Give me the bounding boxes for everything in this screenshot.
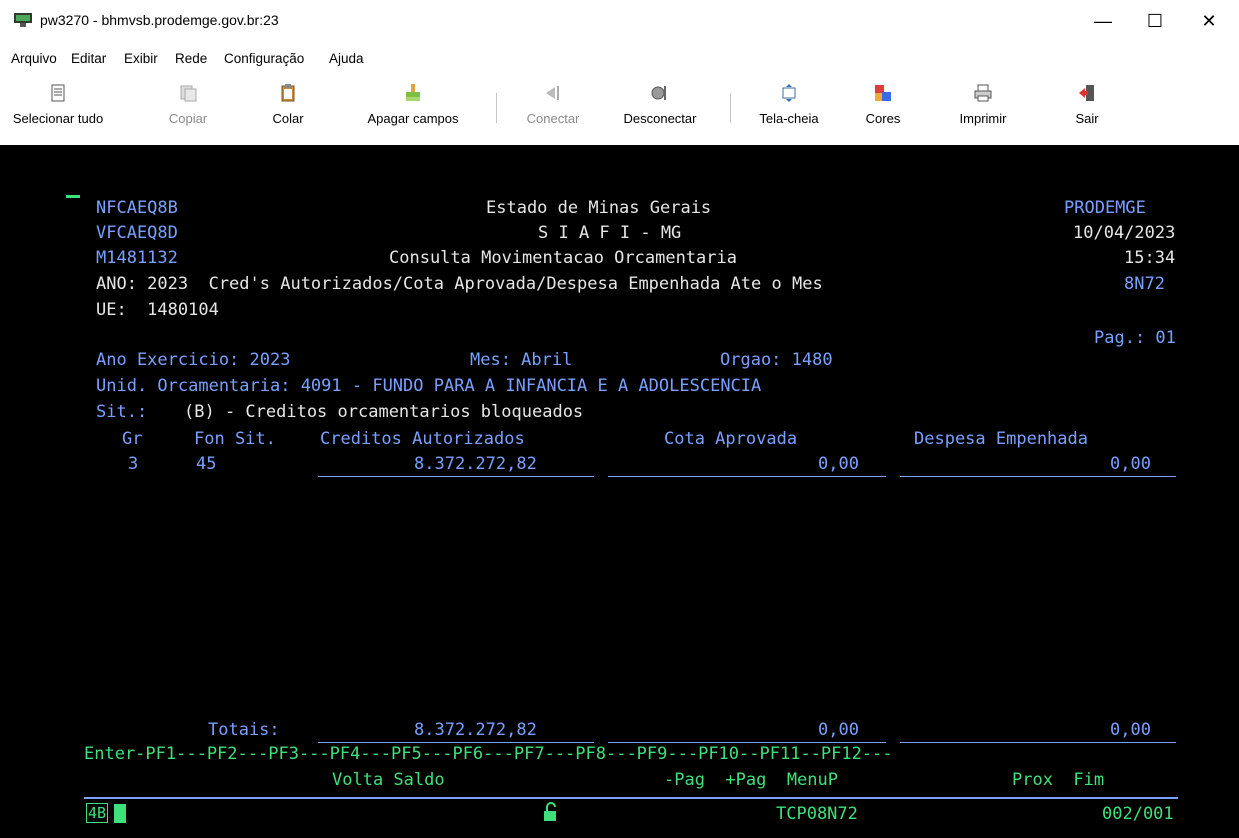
menu-editar[interactable]: Editar (71, 51, 106, 66)
colors-button[interactable]: Cores (858, 83, 908, 139)
copy-icon (180, 85, 197, 102)
program-code-2: VFCAEQ8D (96, 223, 178, 243)
select-all-button[interactable]: Selecionar tudo (8, 83, 108, 139)
totais-despesa: 0,00 (1110, 720, 1151, 740)
header-title-3: Consulta Movimentacao Orcamentaria (389, 248, 737, 268)
row-fon: 45 (196, 454, 217, 474)
totais-despesa-underline (900, 742, 1176, 743)
pf-key-line: Enter-PF1---PF2---PF3---PF4---PF5---PF6-… (84, 744, 893, 764)
maximize-button[interactable]: ☐ (1132, 4, 1178, 38)
paste-button[interactable]: Colar (258, 83, 318, 139)
cursor-position: 002/001 (1102, 804, 1174, 824)
totais-cota: 0,00 (818, 720, 859, 740)
disconnect-icon (651, 86, 666, 100)
prodemge-label: PRODEMGE (1064, 198, 1146, 218)
erase-fields-button[interactable]: Apagar campos (348, 83, 478, 139)
print-label: Imprimir (959, 111, 1007, 126)
print-button[interactable]: Imprimir (945, 83, 1021, 139)
toolbar-separator (730, 93, 731, 123)
col-header-fon-sit: Fon Sit. (194, 429, 276, 449)
col-header-cota: Cota Aprovada (664, 429, 798, 449)
fullscreen-label: Tela-cheia (759, 111, 819, 126)
cursor-marker (66, 195, 80, 198)
page-number: Pag.: 01 (1094, 328, 1176, 348)
printer-icon (974, 84, 992, 102)
title-bar: pw3270 - bhmvsb.prodemge.gov.br:23 — ☐ ✕ (0, 0, 1239, 44)
pf-labels-paging: -Pag +Pag MenuP (664, 770, 838, 790)
exit-button[interactable]: Sair (1062, 83, 1112, 139)
copy-label: Copiar (168, 111, 208, 126)
lock-icon (544, 802, 556, 821)
exit-icon (1079, 85, 1094, 101)
screen-code: 8N72 (1124, 274, 1165, 294)
eraser-icon (406, 84, 420, 101)
program-code-1: NFCAEQ8B (96, 198, 178, 218)
fullscreen-icon (782, 84, 796, 102)
menu-configuracao[interactable]: Configuração (224, 51, 304, 66)
toolbar-separator (496, 93, 497, 123)
exit-label: Sair (1075, 111, 1099, 126)
cota-underline (608, 476, 886, 477)
connect-button[interactable]: Conectar (513, 83, 593, 139)
connect-label: Conectar (526, 111, 580, 126)
terminal-id: TCP08N72 (776, 804, 858, 824)
header-title-2: S I A F I - MG (538, 223, 682, 243)
orgao-field: Orgao: 1480 (720, 350, 833, 370)
row-gr: 3 (128, 454, 139, 474)
row-cota: 0,00 (818, 454, 859, 474)
situacao-value: (B) - Creditos orcamentarios bloqueados (184, 402, 584, 422)
fullscreen-button[interactable]: Tela-cheia (744, 83, 834, 139)
terminal-screen[interactable]: NFCAEQ8B VFCAEQ8D M1481132 Estado de Min… (0, 145, 1239, 838)
menu-rede[interactable]: Rede (175, 51, 207, 66)
copy-button[interactable]: Copiar (158, 83, 218, 139)
col-header-gr: Gr (122, 429, 143, 449)
time-value: 15:34 (1124, 248, 1176, 268)
mes-field: Mes: Abril (470, 350, 573, 370)
minimize-button[interactable]: — (1080, 4, 1126, 38)
situacao-label: Sit.: (96, 402, 148, 422)
menu-arquivo[interactable]: Arquivo (11, 51, 57, 66)
totais-label: Totais: (208, 720, 280, 740)
colors-label: Cores (865, 111, 901, 126)
paste-icon (281, 84, 295, 102)
row-despesa: 0,00 (1110, 454, 1151, 474)
close-button[interactable]: ✕ (1186, 4, 1232, 38)
menu-bar: Arquivo Editar Exibir Rede Configuração … (0, 48, 1239, 72)
pf-labels-volta-saldo: Volta Saldo (332, 770, 445, 790)
menu-ajuda[interactable]: Ajuda (329, 51, 364, 66)
disconnect-label: Desconectar (623, 111, 697, 126)
disconnect-button[interactable]: Desconectar (610, 83, 710, 139)
ue-line: UE: 1480104 (96, 300, 219, 320)
ano-line: ANO: 2023 Cred's Autorizados/Cota Aprova… (96, 274, 823, 294)
date-value: 10/04/2023 (1073, 223, 1176, 243)
status-cursor-block (114, 804, 126, 823)
terminal-app-icon (14, 13, 32, 27)
creditos-underline (318, 476, 594, 477)
pf-labels-prox-fim: Prox Fim (1012, 770, 1105, 790)
status-separator (84, 797, 1178, 799)
colors-icon (875, 85, 891, 101)
row-creditos: 8.372.272,82 (414, 454, 537, 474)
status-indicator: 4B (86, 803, 109, 823)
despesa-underline (900, 476, 1176, 477)
menu-exibir[interactable]: Exibir (124, 51, 158, 66)
connect-icon (546, 86, 559, 100)
window-title: pw3270 - bhmvsb.prodemge.gov.br:23 (40, 12, 279, 28)
ano-exercicio: Ano Exercicio: 2023 (96, 350, 291, 370)
col-header-despesa: Despesa Empenhada (914, 429, 1088, 449)
program-code-3: M1481132 (96, 248, 178, 268)
paste-label: Colar (272, 111, 304, 126)
select-all-icon (51, 84, 65, 102)
totais-creditos: 8.372.272,82 (414, 720, 537, 740)
toolbar: Selecionar tudo Copiar Colar Apagar camp… (0, 77, 1239, 143)
select-all-label: Selecionar tudo (12, 111, 104, 126)
col-header-creditos: Creditos Autorizados (320, 429, 525, 449)
erase-fields-label: Apagar campos (367, 111, 459, 126)
header-title-1: Estado de Minas Gerais (486, 198, 712, 218)
unidade-orcamentaria: Unid. Orcamentaria: 4091 - FUNDO PARA A … (96, 376, 762, 396)
